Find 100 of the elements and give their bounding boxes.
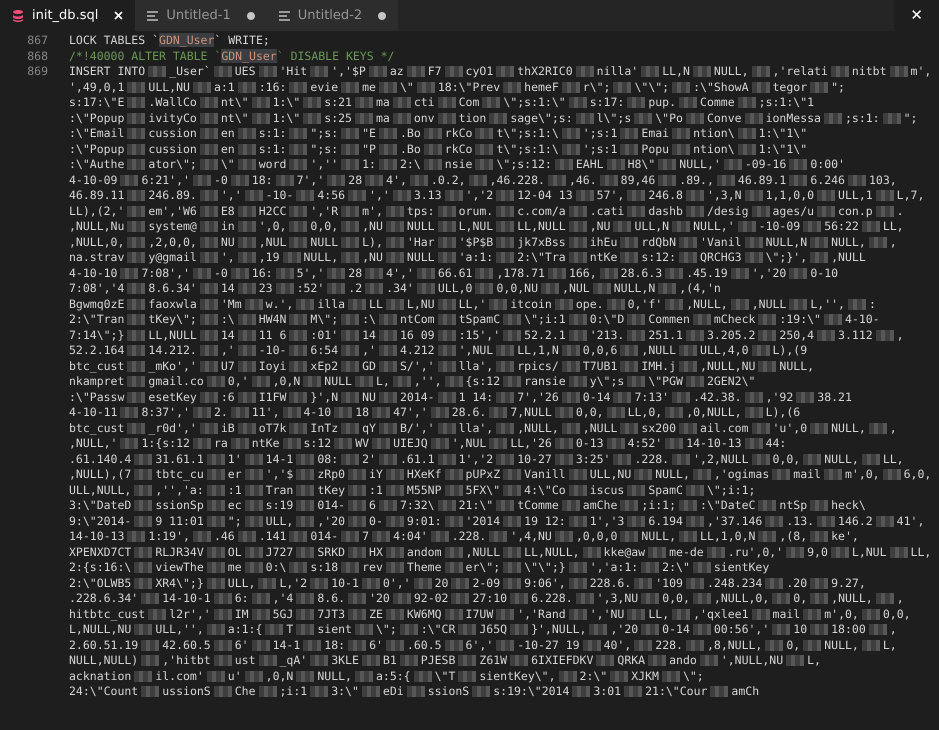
- code-fragment: ULL,: [266, 514, 294, 529]
- code-fragment: 0,': [228, 374, 249, 390]
- code-fragment: NULL,: [779, 358, 814, 374]
- code-fragment: s:19:\"2014: [493, 684, 570, 700]
- code-fragment: NULL,: [831, 234, 866, 250]
- code-fragment: LL,: [882, 219, 904, 234]
- code-fragment: 14: [362, 328, 376, 343]
- code-fragment: ;s:1:\"1: [758, 95, 814, 110]
- code-fragment: 40',: [604, 638, 632, 653]
- code-fragment: "E: [362, 126, 376, 142]
- code-fragment: 4-10-: [844, 312, 880, 328]
- code-fragment: 2.60.51.19: [69, 638, 138, 653]
- code-fragment: .61.140.4: [69, 452, 132, 467]
- code-fragment: 4-10-09: [69, 172, 118, 188]
- code-fragment: s:17:: [590, 95, 624, 110]
- code-fragment: 0,0,: [882, 606, 911, 622]
- code-fragment: em','W6: [148, 204, 197, 219]
- code-fragment: er: [228, 467, 242, 482]
- code-fragment: ntKe: [590, 250, 618, 266]
- close-button[interactable]: ✕: [894, 0, 939, 31]
- code-fragment: .60.5: [406, 638, 442, 653]
- code-fragment: ,NULL: [582, 420, 618, 436]
- line-number: 869: [27, 64, 48, 78]
- code-fragment: 14-10-13: [69, 529, 124, 544]
- code-fragment: ,NULL,NU: [700, 358, 756, 374]
- code-fragment: :: [868, 296, 876, 312]
- code-fragment: ','NU: [590, 606, 624, 622]
- code-fragment: :52': [296, 281, 324, 296]
- code-fragment: \";: [682, 668, 704, 684]
- code-fragment: 14: [220, 328, 235, 343]
- code-fragment: 10-27: [517, 452, 552, 467]
- code-fragment: 1:{s:12: [141, 436, 190, 452]
- code-fragment: ra: [214, 436, 228, 452]
- code-fragment: tComme: [517, 498, 559, 514]
- code-fragment: 27:10: [472, 591, 508, 606]
- code-fragment: ','$P: [331, 64, 366, 80]
- code-fragment: ,NULL,: [686, 296, 728, 312]
- code-fragment: evie: [310, 80, 338, 95]
- code-fragment: 6: [369, 498, 376, 514]
- code-fragment: 14-1: [266, 452, 294, 467]
- code-fragment: 5GJ: [272, 606, 294, 622]
- code-fragment: 14-10-13: [686, 436, 742, 452]
- code-fragment: ,(8,: [779, 529, 808, 544]
- code-fragment: .46: [214, 529, 235, 544]
- code-fragment: rkCo: [444, 142, 472, 157]
- code-fragment: ,NULL,: [517, 420, 559, 436]
- code-fragment: tegor: [772, 80, 808, 95]
- code-fragment: en: [220, 126, 235, 142]
- code-fragment: ',NUL: [458, 343, 494, 358]
- code-fragment: GD: [362, 358, 376, 374]
- code-fragment: sient: [317, 622, 352, 638]
- code-fragment: NULL,: [304, 250, 338, 266]
- code-fragment: oT7k: [258, 420, 286, 436]
- code-fragment: 246.8: [648, 188, 683, 204]
- code-fragment: '109: [655, 576, 683, 591]
- code-fragment: qY: [362, 420, 376, 436]
- code-fragment: ,8,NULL,: [706, 638, 762, 653]
- code-fragment: ,': [362, 343, 376, 358]
- code-fragment: 18: [355, 405, 370, 420]
- code-fragment: ,0,NULL,: [686, 405, 742, 420]
- code-fragment: sx200: [641, 420, 676, 436]
- code-fragment: :\"CR: [420, 622, 456, 638]
- code-fragment: OL: [228, 544, 242, 560]
- code-fragment: 4',': [386, 266, 414, 281]
- code-fragment: 41',: [896, 514, 924, 529]
- code-fragment: 19 12:: [524, 514, 566, 529]
- code-fragment: me-de: [669, 544, 704, 560]
- code-fragment: NULL,': [693, 219, 735, 234]
- code-fragment: tion: [458, 110, 486, 126]
- code-fragment: ;s:1:: [844, 110, 880, 126]
- code-fragment: 2:\": [662, 560, 690, 576]
- code-fragment: _User`: [169, 64, 211, 80]
- code-fragment: ";s:: [310, 126, 338, 142]
- close-icon[interactable]: [114, 11, 124, 20]
- code-fragment: ';s:1: [582, 126, 618, 142]
- code-fragment: LL,: [648, 606, 670, 622]
- code-fragment: viewThe: [155, 560, 204, 576]
- code-fragment: 4:52': [628, 436, 662, 452]
- editor-tab[interactable]: init_db.sql: [0, 0, 136, 31]
- code-fragment: B1: [382, 653, 397, 668]
- editor-tab[interactable]: Untitled-1: [135, 0, 267, 31]
- code-fragment: cti: [414, 95, 435, 110]
- code-fragment: L,: [882, 638, 897, 653]
- code-fragment: pup.: [648, 95, 676, 110]
- code-fragment: ,NU: [590, 219, 610, 234]
- code-fragment: }',N: [310, 390, 338, 405]
- code-fragment: ,'20: [317, 514, 346, 529]
- code-fragment: L,'2: [279, 576, 308, 591]
- code-fragment: tKey\";: [148, 312, 197, 328]
- editor-tab[interactable]: Untitled-2: [266, 0, 398, 31]
- code-fragment: HW4N: [258, 312, 286, 328]
- code-fragment: nkampret: [69, 374, 124, 390]
- code-fragment: 11',: [252, 405, 280, 420]
- code-fragment: ,NULL,Nu: [69, 219, 124, 234]
- code-fragment: word: [258, 157, 286, 172]
- code-fragment: rev: [362, 560, 383, 576]
- code-fragment: Theme: [406, 560, 442, 576]
- code-fragment: ','$: [266, 467, 294, 482]
- code-fragment: -0: [214, 266, 228, 281]
- code-fragment: 47',': [393, 405, 428, 420]
